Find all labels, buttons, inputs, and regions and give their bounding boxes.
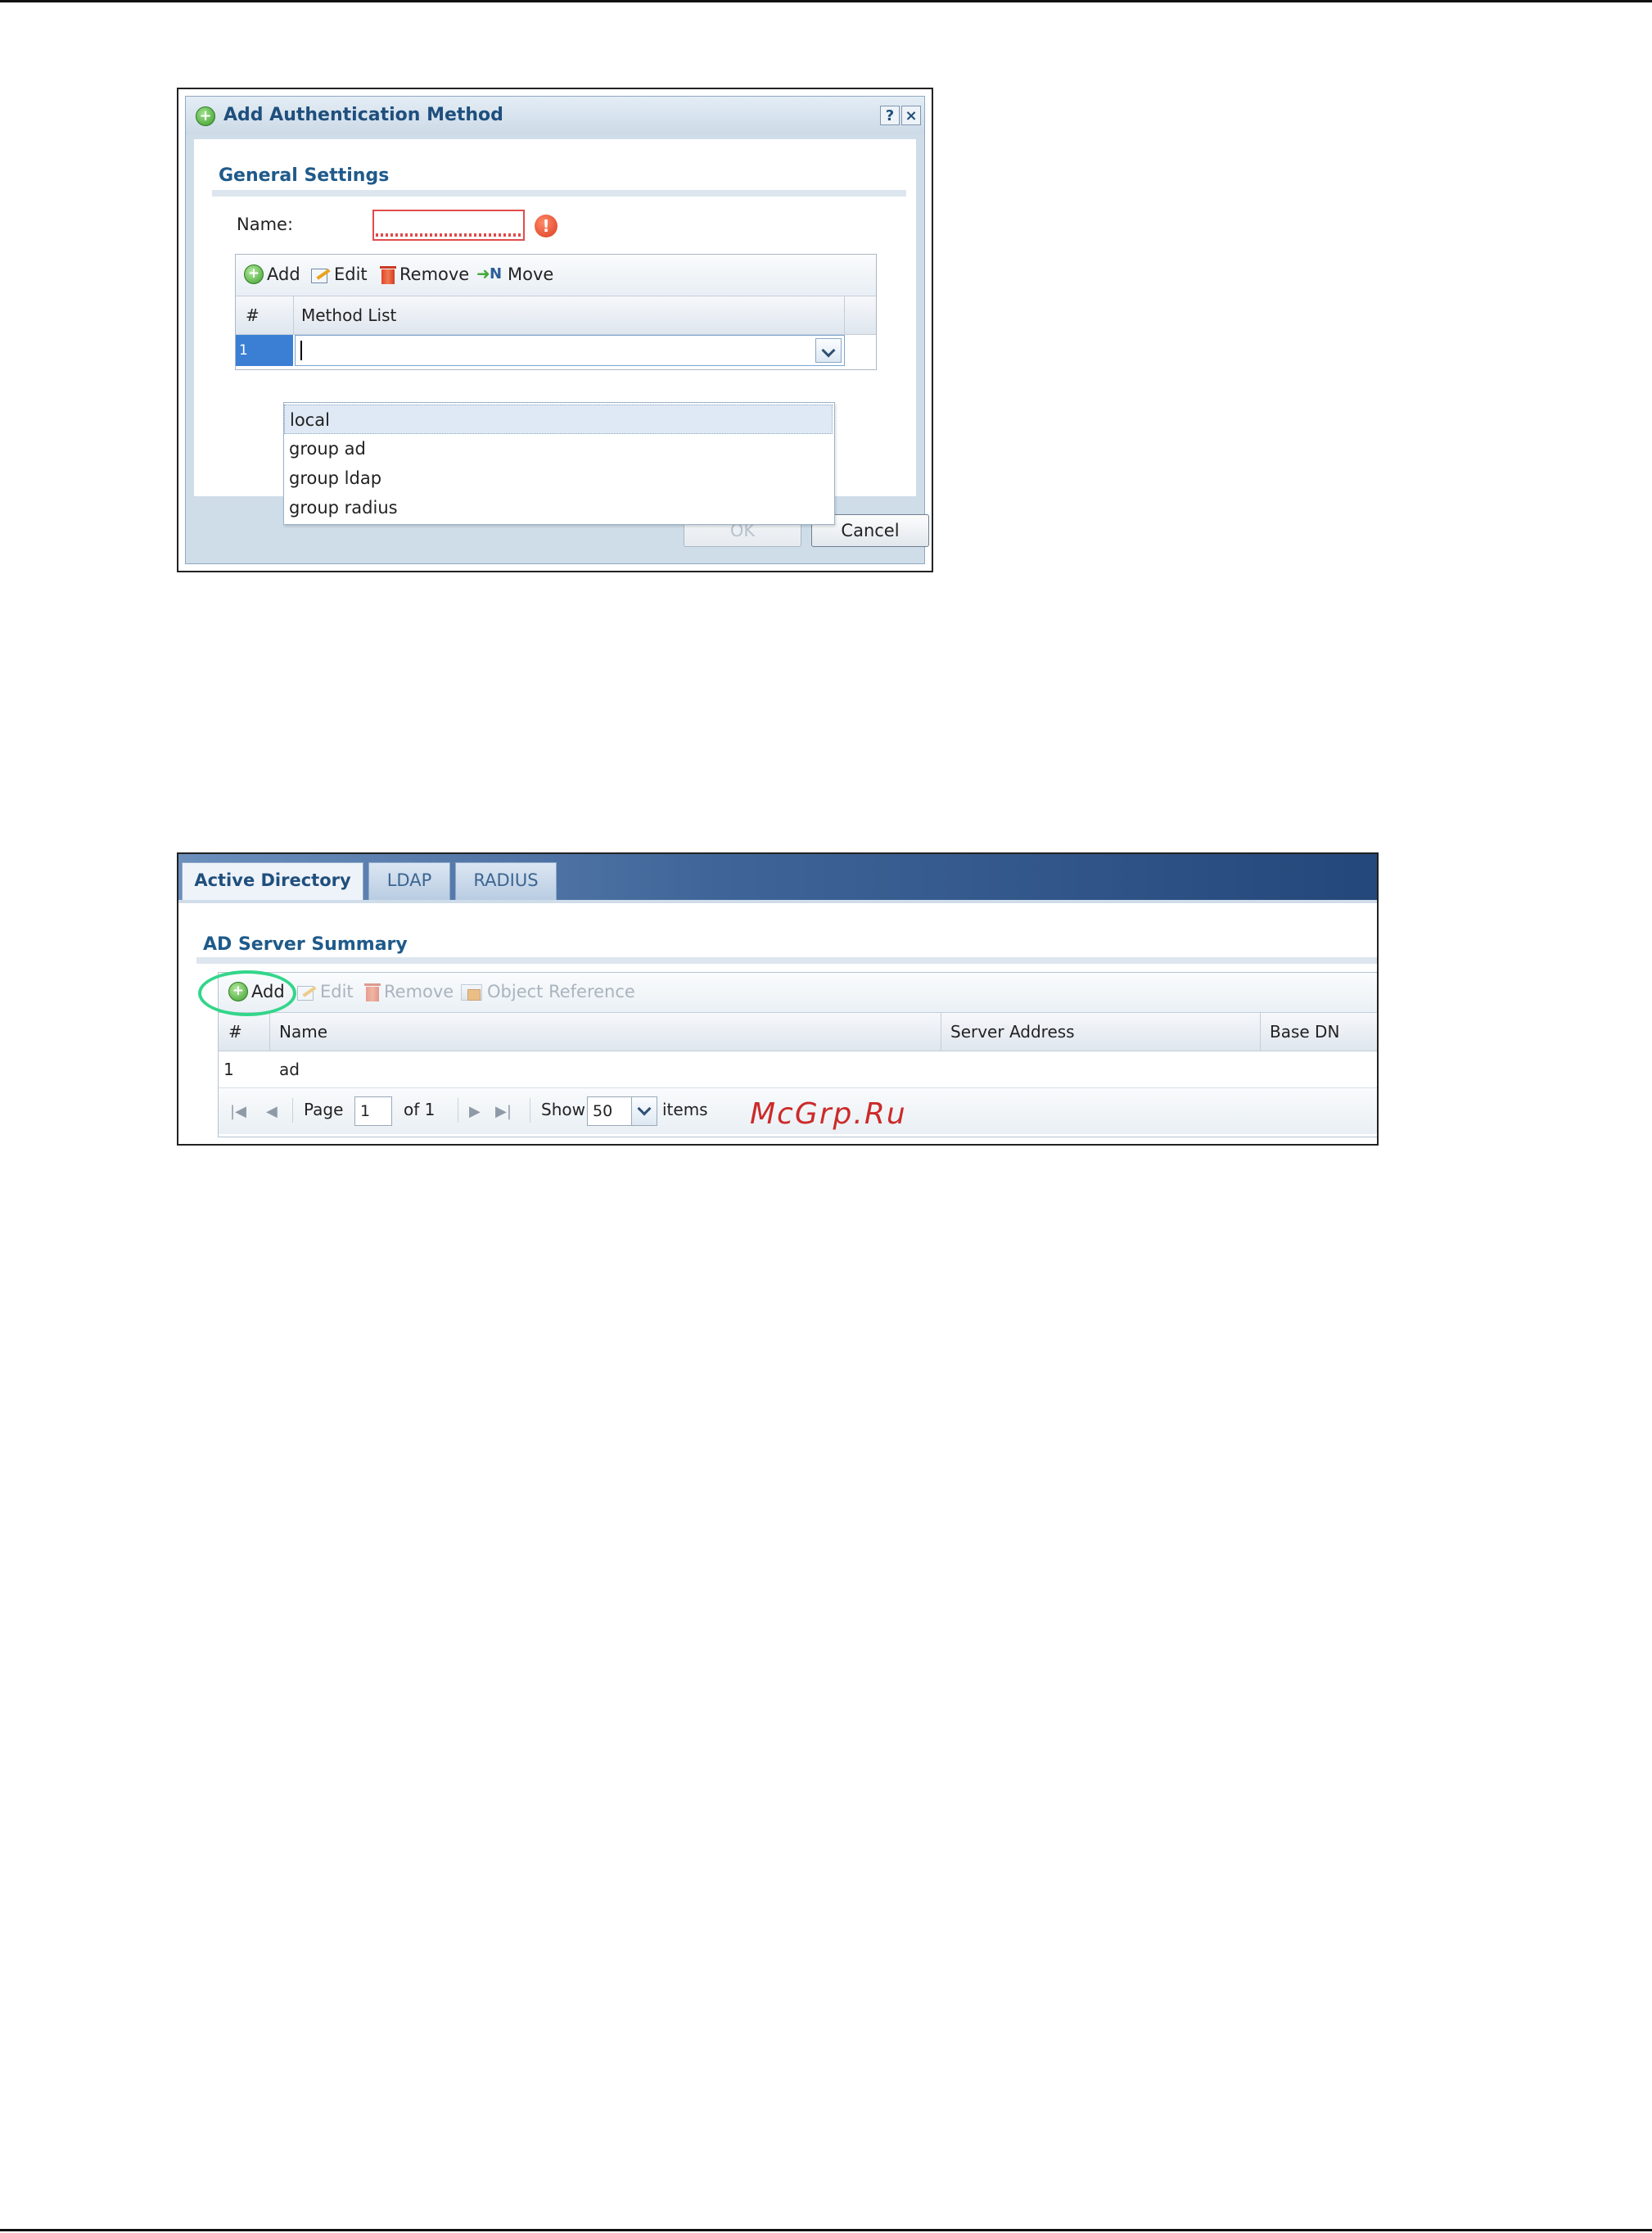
edit-button[interactable]: Edit (296, 982, 354, 1001)
dropdown-option-local[interactable]: local (284, 405, 833, 434)
page-top-rule (0, 0, 1652, 2)
validation-squiggle (376, 233, 521, 237)
remove-label: Remove (399, 264, 470, 284)
section-divider (196, 957, 1377, 964)
row-number: 1 (223, 1060, 234, 1079)
grid-toolbar: + Add Edit Remove Move (236, 255, 876, 296)
section-title: General Settings (219, 165, 390, 186)
column-method-list: Method List (301, 305, 397, 325)
column-base-dn: Base DN (1270, 1022, 1340, 1042)
first-page-icon[interactable]: |◀ (230, 1103, 246, 1120)
grid-header: # Method List (236, 296, 876, 335)
column-number: # (228, 1022, 242, 1042)
section-title: AD Server Summary (203, 934, 408, 955)
tab-ldap[interactable]: LDAP (368, 862, 450, 900)
remove-button[interactable]: Remove (380, 264, 469, 284)
previous-page-icon[interactable]: ◀ (266, 1103, 278, 1120)
method-dropdown-list: local group ad group ldap group radius (283, 402, 835, 525)
pager-divider (292, 1098, 293, 1123)
chevron-down-icon[interactable] (815, 338, 842, 363)
next-page-icon[interactable]: ▶ (469, 1103, 481, 1120)
move-icon (476, 264, 504, 283)
object-reference-label: Object Reference (487, 982, 635, 1001)
items-per-page-select[interactable]: 50 (587, 1096, 634, 1126)
object-reference-icon (459, 982, 484, 1001)
add-icon: + (244, 264, 264, 284)
grid-header: # Name Server Address Base DN (219, 1013, 1377, 1051)
tab-radius[interactable]: RADIUS (455, 862, 557, 900)
grid-toolbar: + Add Edit Remove Object Reference (219, 973, 1377, 1013)
name-label: Name: (237, 215, 294, 234)
tab-bar: Active Directory LDAP RADIUS (178, 854, 1377, 902)
dialog-title: Add Authentication Method (223, 105, 503, 125)
column-server-address: Server Address (950, 1022, 1075, 1042)
trash-icon (380, 264, 396, 284)
warning-icon: ! (535, 215, 557, 237)
add-authentication-method-screenshot: + Add Authentication Method ? × General … (177, 88, 933, 572)
last-page-icon[interactable]: ▶| (495, 1103, 512, 1120)
section-divider (212, 190, 906, 197)
edit-button[interactable]: Edit (309, 264, 368, 284)
add-button-highlight-ring (198, 970, 296, 1016)
edit-icon (309, 265, 331, 283)
tab-active-directory[interactable]: Active Directory (182, 862, 363, 902)
add-label: Add (267, 264, 300, 284)
page-number-input[interactable]: 1 (354, 1096, 392, 1126)
dropdown-option-group-ad[interactable]: group ad (284, 434, 833, 463)
name-input[interactable] (372, 210, 525, 241)
chevron-down-icon[interactable] (631, 1096, 657, 1126)
object-reference-button[interactable]: Object Reference (459, 982, 635, 1001)
help-button[interactable]: ? (880, 106, 900, 125)
close-button[interactable]: × (901, 106, 921, 125)
column-divider (293, 296, 294, 334)
edit-label: Edit (320, 982, 354, 1001)
text-caret (300, 341, 302, 360)
move-button[interactable]: Move (476, 264, 553, 284)
dialog-title-bar: + Add Authentication Method ? × (186, 97, 924, 134)
row-number: 1 (236, 335, 293, 366)
page-label: Page (304, 1100, 344, 1119)
watermark: McGrp.Ru (750, 1097, 907, 1131)
table-row[interactable]: 1 ad (219, 1051, 1377, 1088)
column-name: Name (279, 1022, 328, 1042)
column-divider (269, 1013, 270, 1051)
method-list-grid: + Add Edit Remove Move (235, 254, 877, 370)
dropdown-option-group-ldap[interactable]: group ldap (284, 463, 833, 493)
dropdown-option-group-radius[interactable]: group radius (284, 493, 833, 522)
table-row[interactable]: 1 (236, 335, 876, 366)
column-divider (844, 296, 845, 334)
column-divider (1260, 1013, 1261, 1051)
move-label: Move (508, 264, 554, 284)
trash-icon (364, 982, 381, 1001)
items-label: items (662, 1100, 708, 1119)
add-button[interactable]: + Add (244, 264, 300, 284)
column-number: # (246, 305, 260, 325)
remove-button[interactable]: Remove (364, 982, 454, 1001)
remove-label: Remove (384, 982, 454, 1001)
method-combobox[interactable] (295, 335, 845, 366)
edit-label: Edit (334, 264, 368, 284)
tab-underline (178, 900, 1377, 903)
edit-icon (296, 983, 317, 1001)
row-name: ad (279, 1060, 300, 1079)
page-count-label: of 1 (404, 1100, 436, 1119)
page-bottom-rule (0, 2229, 1652, 2231)
show-label: Show (541, 1100, 585, 1119)
add-circle-icon: + (196, 106, 215, 126)
